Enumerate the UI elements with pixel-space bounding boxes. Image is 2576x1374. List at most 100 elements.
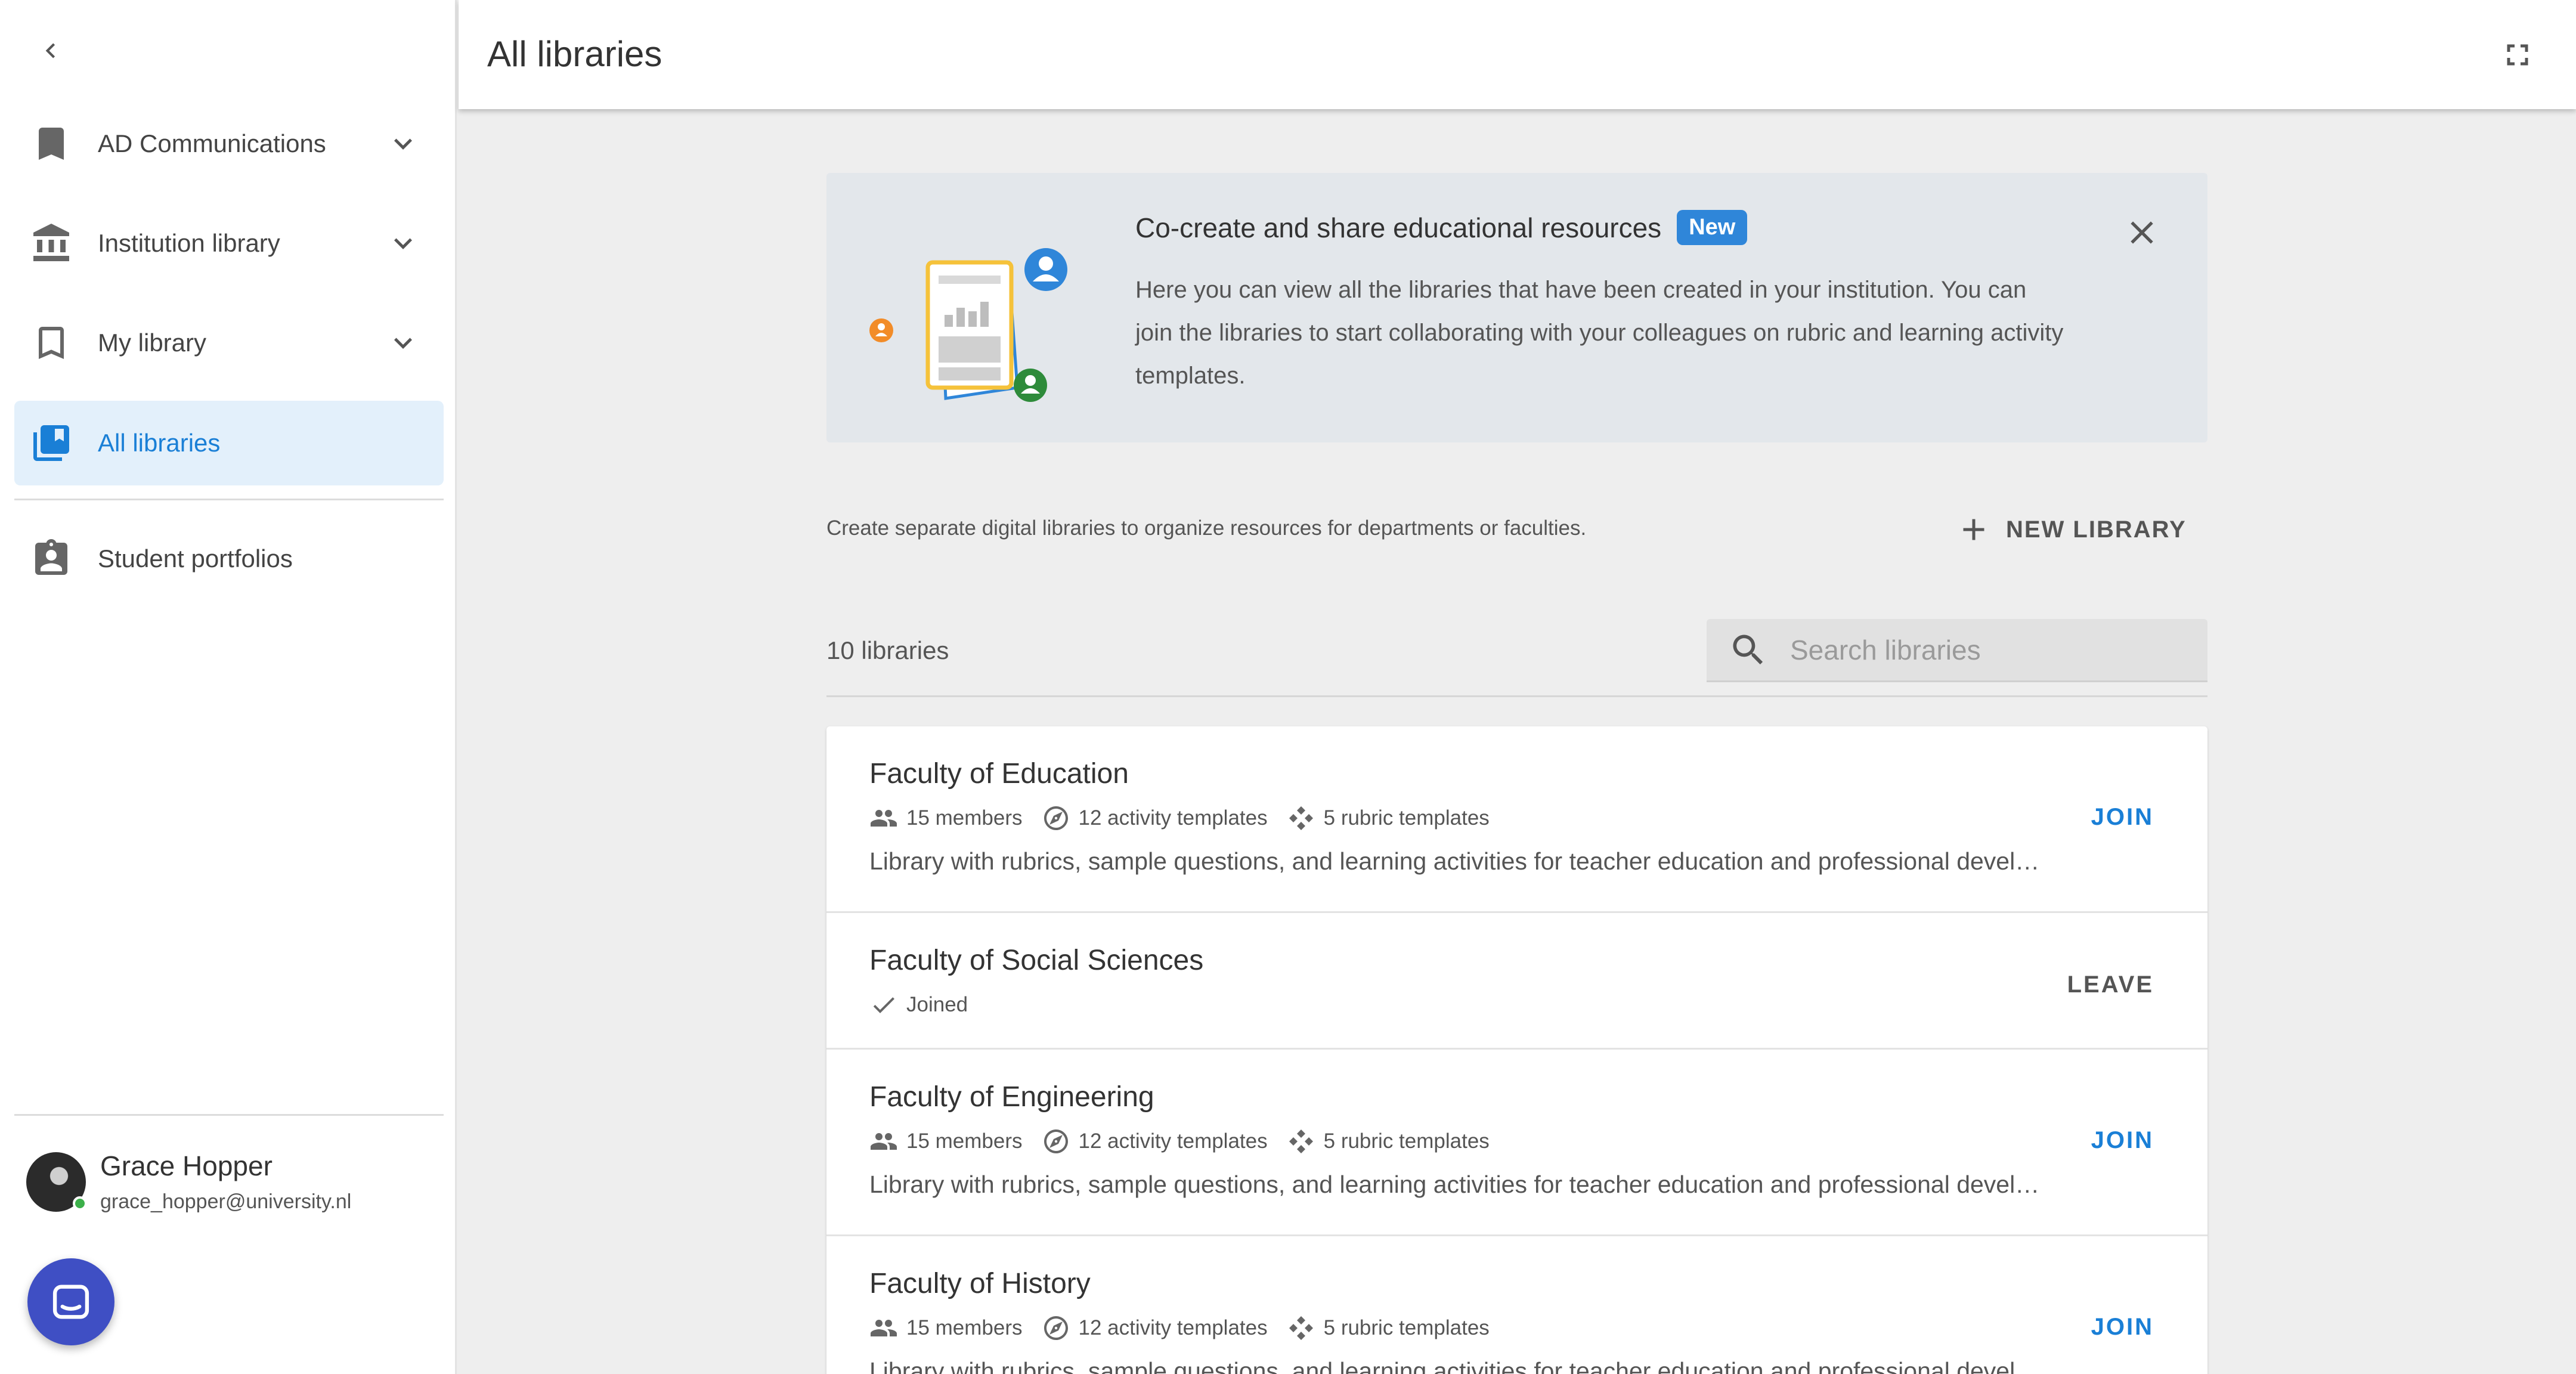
members-stat: 15 members [869,804,1023,833]
rubric-templates-stat: 5 rubric templates [1287,1127,1490,1156]
new-library-label: NEW LIBRARY [2006,516,2187,543]
dismiss-banner-button[interactable] [2118,209,2166,256]
user-name: Grace Hopper [100,1150,273,1181]
search-icon [1733,635,1763,664]
rubric-templates-stat: 5 rubric templates [1287,1314,1490,1342]
library-description: Library with rubrics, sample questions, … [869,847,2050,875]
app-header: All libraries [459,0,2576,109]
new-library-button[interactable]: NEW LIBRARY [1944,505,2199,555]
join-button[interactable]: JOIN [2079,1305,2166,1349]
search-field[interactable] [1707,619,2207,682]
sidebar-divider [14,499,444,500]
sidebar-item-student-portfolios[interactable]: Student portfolios [14,516,444,601]
fullscreen-button[interactable] [2496,33,2539,76]
activity-templates-count: 12 activity templates [1078,806,1268,830]
rubric-icon [1289,1129,1313,1153]
plus-icon [1963,519,1984,540]
avatar [26,1152,87,1212]
members-count: 15 members [906,1129,1023,1153]
library-row: Faculty of Education 15 members 12 activ… [826,726,2207,913]
fullscreen-icon [2507,44,2528,66]
library-name: Faculty of Engineering [869,1081,1154,1113]
members-count: 15 members [906,806,1023,830]
search-input[interactable] [1790,633,2196,666]
rubric-templates-count: 5 rubric templates [1323,806,1490,830]
sidebar-item-all-libraries[interactable]: All libraries [14,401,444,485]
sidebar-item-ad-communications[interactable]: AD Communications [14,101,444,186]
activity-templates-stat: 12 activity templates [1042,1314,1268,1342]
people-icon [871,1320,897,1336]
compass-icon [1044,1316,1068,1340]
banner-title-text: Co-create and share educational resource… [1135,212,1662,243]
libraries-description: Create separate digital libraries to org… [826,516,1587,540]
compass-icon [1044,1129,1068,1153]
sidebar-item-label: Institution library [98,229,280,257]
chat-icon [52,1285,89,1319]
rubric-icon [1289,1316,1313,1340]
activity-templates-stat: 12 activity templates [1042,1127,1268,1156]
sidebar-divider [14,1114,444,1116]
rubric-templates-count: 5 rubric templates [1323,1129,1490,1153]
joined-label: Joined [906,993,968,1016]
activity-templates-count: 12 activity templates [1078,1129,1268,1153]
rubric-templates-stat: 5 rubric templates [1287,804,1490,833]
compass-icon [1044,806,1068,830]
bookmark-filled-icon [39,128,64,160]
online-status-indicator [73,1196,87,1211]
collaboration-illustration [869,248,1067,402]
user-email: grace_hopper@university.nl [100,1190,352,1213]
banner-description: Here you can view all the libraries that… [1135,277,2064,389]
banner-title: Co-create and share educational resource… [1135,210,1748,245]
bookmark-outline-icon [39,327,64,359]
sidebar-item-label: Student portfolios [98,544,293,572]
library-row: Faculty of History 15 members 12 activit… [826,1236,2207,1374]
library-count: 10 libraries [826,636,949,664]
libraries-icon [33,425,69,461]
join-button[interactable]: JOIN [2079,796,2166,839]
members-stat: 15 members [869,1127,1023,1156]
page-title: All libraries [487,34,662,74]
chevron-left-icon [45,43,55,58]
library-description: Library with rubrics, sample questions, … [869,1171,2050,1198]
sidebar-item-label: My library [98,329,207,357]
sidebar: AD Communications Institution library My… [0,0,457,1374]
join-button[interactable]: JOIN [2079,1119,2166,1162]
sidebar-item-label: AD Communications [98,129,326,157]
library-stats: 15 members 12 activity templates 5 rubri… [869,804,1509,833]
chevron-down-icon[interactable] [385,325,421,361]
people-icon [871,810,897,827]
sidebar-item-my-library[interactable]: My library [14,301,444,385]
list-divider [826,695,2207,697]
back-button[interactable] [30,30,72,72]
close-icon [2131,221,2153,244]
portfolio-icon [35,539,67,575]
library-name: Faculty of Education [869,758,1129,790]
library-description: Library with rubrics, sample questions, … [869,1357,2050,1374]
members-count: 15 members [906,1316,1023,1339]
joined-status: Joined [869,991,987,1019]
library-stats: 15 members 12 activity templates 5 rubri… [869,1127,1509,1156]
activity-templates-stat: 12 activity templates [1042,804,1268,833]
leave-button[interactable]: LEAVE [2055,963,2166,1007]
library-list: Faculty of Education 15 members 12 activ… [826,726,2207,1374]
rubric-templates-count: 5 rubric templates [1323,1316,1490,1339]
sidebar-item-institution-library[interactable]: Institution library [14,201,444,286]
members-stat: 15 members [869,1314,1023,1342]
user-profile[interactable]: Grace Hopper grace_hopper@university.nl [26,1147,444,1219]
joined-stat: Joined [869,991,968,1019]
chevron-down-icon[interactable] [385,126,421,162]
new-badge: New [1677,210,1748,245]
people-icon [871,1133,897,1150]
check-icon [873,997,894,1013]
library-name: Faculty of History [869,1268,1091,1299]
activity-templates-count: 12 activity templates [1078,1316,1268,1339]
info-banner: Co-create and share educational resource… [826,173,2207,442]
library-stats: 15 members 12 activity templates 5 rubri… [869,1314,1509,1342]
chat-button[interactable] [27,1258,114,1345]
rubric-icon [1289,806,1313,830]
chevron-down-icon[interactable] [385,225,421,261]
library-row: Faculty of Engineering 15 members 12 act… [826,1050,2207,1236]
library-name: Faculty of Social Sciences [869,945,1204,976]
institution-icon [33,224,69,261]
library-row: Faculty of Social Sciences Joined LEAVE [826,913,2207,1050]
